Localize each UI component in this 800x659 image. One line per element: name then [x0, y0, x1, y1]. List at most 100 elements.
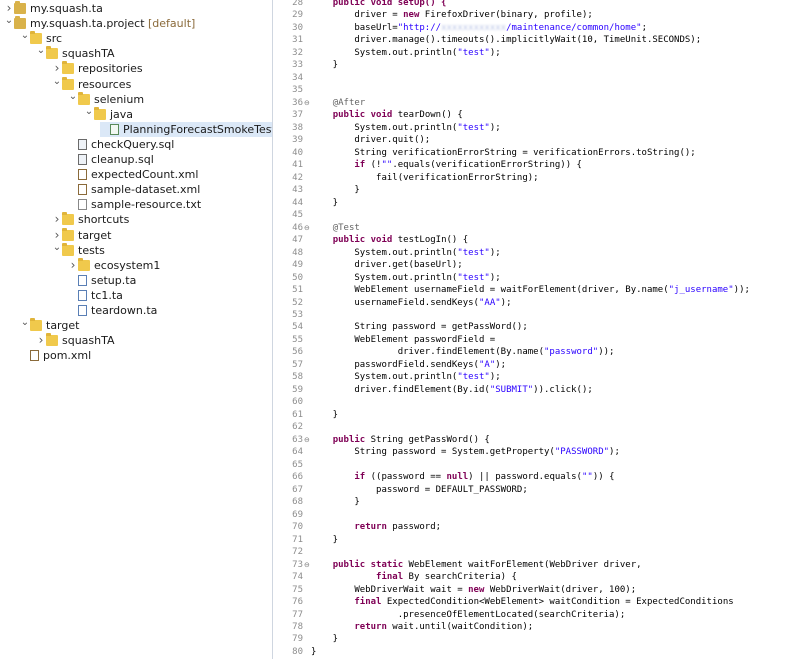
tree-item[interactable]: › squashTA — [36, 333, 115, 348]
tree-item[interactable]: ⌄ tests — [52, 242, 105, 258]
tree-item[interactable]: ⌄ resources — [52, 76, 132, 92]
tree-item[interactable]: › shortcuts — [52, 212, 129, 227]
expand-arrow-down-icon[interactable]: ⌄ — [52, 76, 62, 87]
code-line[interactable]: System.out.println("test"); — [311, 371, 500, 384]
code-line[interactable]: System.out.println("test"); — [311, 122, 500, 135]
code-line[interactable]: return wait.until(waitCondition); — [311, 621, 533, 634]
expand-arrow-right-icon[interactable]: › — [4, 1, 14, 16]
expand-arrow-down-icon[interactable]: ⌄ — [52, 242, 62, 253]
tree-item[interactable]: teardown.ta — [68, 303, 157, 318]
tree-item[interactable]: › target — [52, 227, 111, 243]
tree-item[interactable]: ⌄ selenium — [68, 91, 144, 107]
tree-item[interactable]: ⌄ java — [84, 106, 133, 122]
code-line[interactable]: if ((password == null) || password.equal… — [311, 471, 614, 484]
code-line[interactable]: System.out.println("test"); — [311, 47, 500, 60]
tree-item-label: my.squash.ta — [30, 2, 103, 15]
code-line[interactable]: driver = new FirefoxDriver(binary, profi… — [311, 9, 592, 22]
code-line[interactable]: password = DEFAULT_PASSWORD; — [311, 484, 528, 497]
code-line[interactable]: } — [311, 633, 338, 646]
code-line[interactable]: } — [311, 534, 338, 547]
code-line[interactable]: } — [311, 409, 338, 422]
code-line[interactable]: driver.manage().timeouts().implicitlyWai… — [311, 34, 701, 47]
code-line[interactable]: .presenceOfElementLocated(searchCriteria… — [311, 609, 626, 622]
code-line[interactable]: WebElement usernameField = waitForElemen… — [311, 284, 750, 297]
code-line[interactable]: driver.findElement(By.name("password")); — [311, 346, 615, 359]
code-token: "password" — [544, 347, 599, 358]
code-token: static — [370, 559, 404, 570]
line-number: 53 — [292, 310, 303, 320]
code-line[interactable]: fail(verificationErrorString); — [311, 172, 539, 185]
expand-arrow-down-icon[interactable]: ⌄ — [20, 31, 30, 41]
line-number: 33 — [292, 60, 303, 71]
code-line[interactable]: } — [311, 496, 359, 509]
expand-arrow-right-icon[interactable]: › — [52, 61, 62, 76]
code-line[interactable]: if (!"".equals(verificationErrorString))… — [311, 159, 582, 172]
line-number: 46 — [292, 222, 303, 233]
expand-arrow-right-icon[interactable]: › — [52, 212, 62, 227]
expand-arrow-down-icon[interactable]: ⌄ — [68, 91, 78, 102]
expand-arrow-down-icon[interactable]: ⌄ — [4, 16, 14, 26]
fold-toggle-icon[interactable]: ⊖ — [304, 434, 310, 447]
tree-item[interactable]: › my.squash.ta — [4, 1, 103, 16]
tree-item-label: tests — [78, 243, 105, 257]
code-line[interactable]: return password; — [311, 521, 441, 534]
fold-toggle-icon[interactable]: ⊖ — [304, 559, 310, 572]
code-line[interactable]: public static WebElement waitForElement(… — [311, 559, 642, 572]
code-token: tearDown() { — [392, 110, 463, 121]
code-line[interactable]: System.out.println("test"); — [311, 272, 500, 285]
code-line[interactable]: public void setUp() { — [311, 0, 447, 10]
tree-item[interactable]: expectedCount.xml — [68, 167, 198, 182]
expand-arrow-right-icon[interactable]: › — [68, 258, 78, 273]
code-line[interactable]: final ExpectedCondition<WebElement> wait… — [311, 596, 733, 609]
code-line[interactable]: final By searchCriteria) { — [311, 571, 517, 584]
code-line[interactable]: driver.quit(); — [311, 134, 430, 147]
code-line[interactable]: WebElement passwordField = — [311, 334, 495, 347]
code-line[interactable]: WebDriverWait wait = new WebDriverWait(d… — [311, 584, 636, 597]
expand-arrow-right-icon[interactable]: › — [36, 333, 46, 348]
code-line[interactable]: public String getPassWord() { — [311, 434, 490, 447]
line-number: 41 — [292, 160, 303, 171]
fold-toggle-icon[interactable]: ⊖ — [304, 97, 310, 110]
code-line[interactable]: public void testLogIn() { — [311, 234, 468, 247]
code-line[interactable]: public void tearDown() { — [311, 109, 463, 122]
tree-item[interactable]: ⌄ target — [20, 318, 80, 333]
line-number: 40 — [292, 147, 303, 158]
tree-item[interactable]: cleanup.sql — [68, 152, 154, 167]
tree-item[interactable]: ⌄ squashTA — [36, 46, 115, 61]
tree-item[interactable]: setup.ta — [68, 273, 136, 288]
tree-item[interactable]: tc1.ta — [68, 288, 123, 303]
tree-item[interactable]: sample-dataset.xml — [68, 182, 200, 197]
tree-item[interactable]: pom.xml — [20, 348, 91, 363]
code-line[interactable]: String verificationErrorString = verific… — [311, 147, 695, 160]
code-line[interactable]: String password = getPassWord(); — [311, 321, 527, 334]
code-editor[interactable]: 28 29 30 31 32 33 34 35 36 37 38 39 40 41 42 43 44 45 46 47… — [273, 0, 800, 659]
tree-item[interactable]: PlanningForecastSmokeTest.jav — [100, 121, 272, 137]
expand-arrow-down-icon[interactable]: ⌄ — [84, 106, 94, 117]
code-line[interactable]: usernameField.sendKeys("AA"); — [311, 297, 511, 310]
line-number: 52 — [292, 297, 303, 308]
tree-item[interactable]: ⌄ src — [20, 31, 62, 46]
expand-arrow-right-icon[interactable]: › — [52, 228, 62, 243]
tree-item[interactable]: › ecosystem1 — [68, 257, 160, 273]
code-line[interactable]: driver.get(baseUrl); — [311, 259, 462, 272]
code-line[interactable]: } — [311, 59, 338, 72]
fold-toggle-icon[interactable]: ⊖ — [304, 222, 310, 235]
code-line[interactable]: passwordField.sendKeys("A"); — [311, 359, 506, 372]
code-line[interactable]: @After — [311, 97, 366, 110]
code-line[interactable]: } — [311, 646, 316, 659]
tree-item[interactable]: ⌄ my.squash.ta.project [default] — [4, 16, 196, 31]
expand-arrow-down-icon[interactable]: ⌄ — [36, 46, 46, 56]
code-line[interactable]: @Test — [311, 222, 360, 235]
code-token: ); — [609, 447, 620, 458]
expand-arrow-down-icon[interactable]: ⌄ — [20, 318, 30, 328]
line-number: 50 — [292, 272, 303, 283]
code-line[interactable]: } — [311, 197, 338, 210]
code-line[interactable]: driver.findElement(By.id("SUBMIT")).clic… — [311, 384, 592, 397]
code-line[interactable]: System.out.println("test"); — [311, 247, 500, 260]
tree-item[interactable]: checkQuery.sql — [68, 137, 174, 152]
tree-item[interactable]: › repositories — [52, 61, 143, 76]
code-line[interactable]: baseUrl="http://xxxxxxxxxxxx/maintenance… — [311, 22, 647, 35]
tree-item[interactable]: sample-resource.txt — [68, 197, 201, 212]
code-line[interactable]: } — [311, 184, 359, 197]
code-line[interactable]: String password = System.getProperty("PA… — [311, 446, 620, 459]
